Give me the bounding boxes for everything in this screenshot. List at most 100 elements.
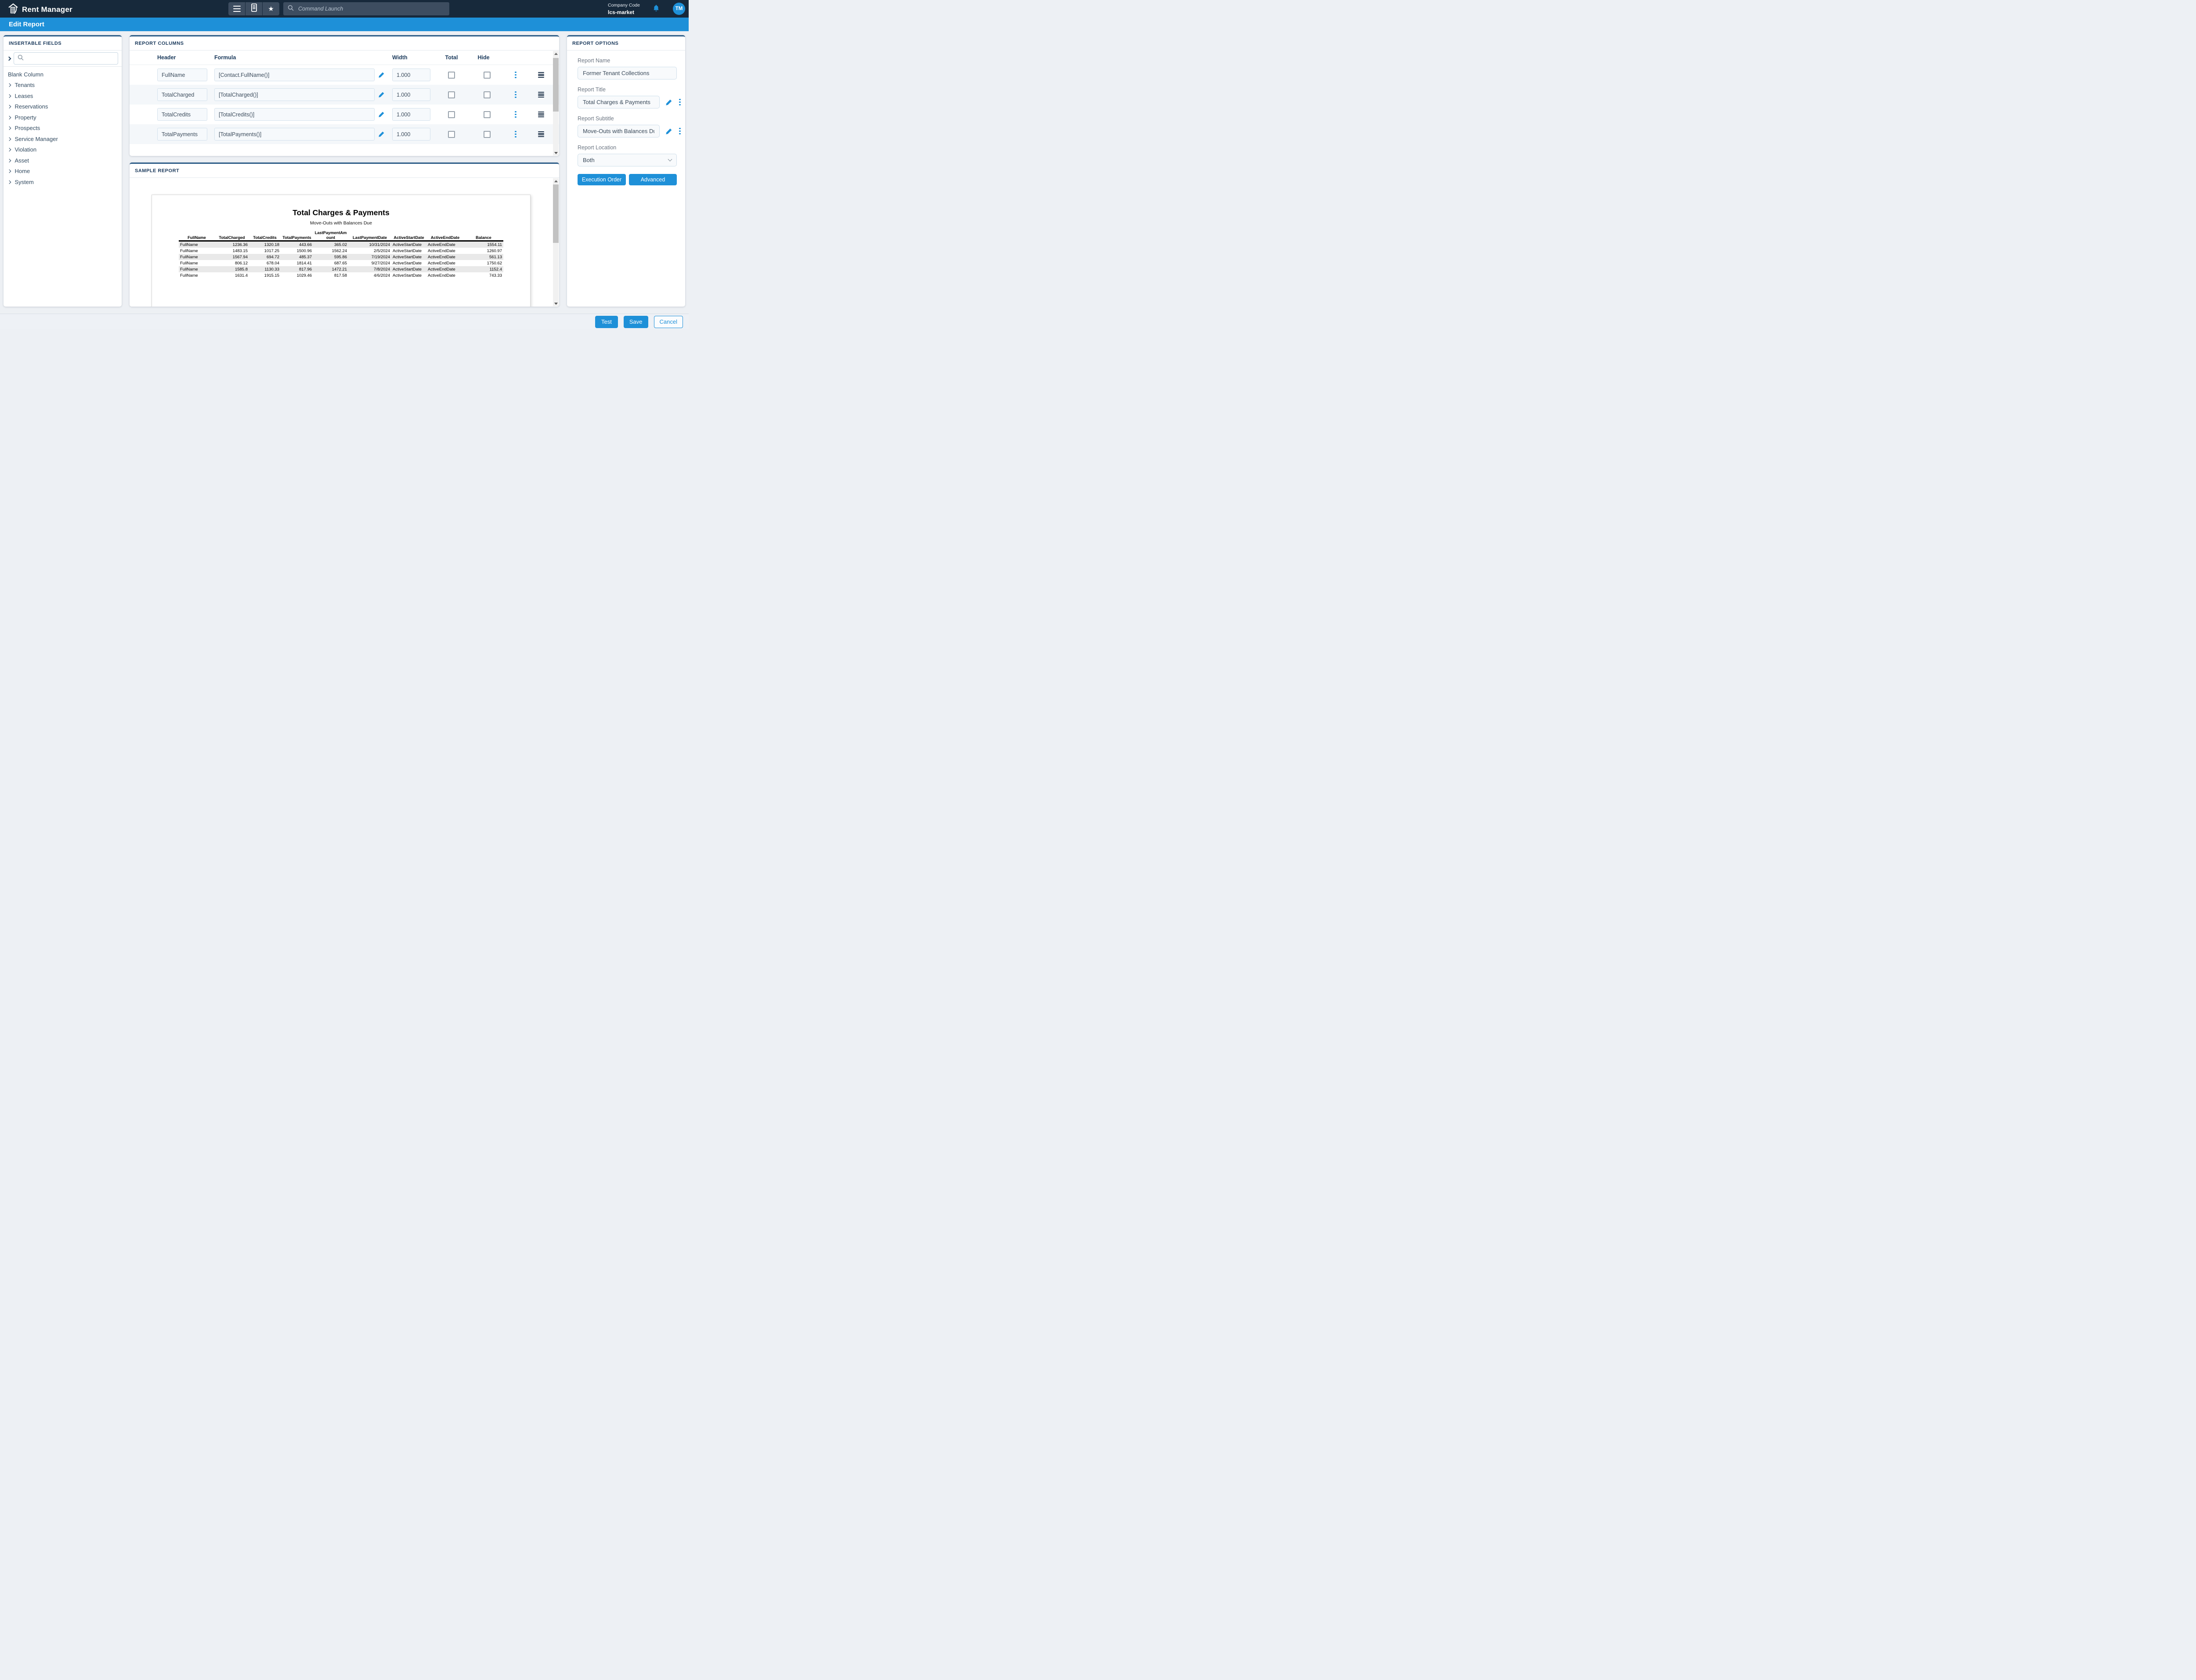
preview-cell: ActiveEndDate [426,241,464,248]
scroll-up-arrow-icon[interactable] [553,51,559,56]
total-checkbox[interactable] [448,111,455,118]
row-drag-handle-icon[interactable] [538,131,544,137]
tree-item-home[interactable]: Home [4,166,122,177]
footer-action-bar: Test Save Cancel [0,314,689,329]
scroll-up-arrow-icon[interactable] [553,178,559,184]
preview-th: ActiveEndDate [426,231,464,241]
hide-checkbox[interactable] [484,111,491,118]
command-launch-input[interactable] [297,5,445,12]
preview-cell: 743.33 [464,272,503,278]
total-checkbox[interactable] [448,72,455,79]
column-header-input[interactable] [157,88,207,101]
row-drag-handle-icon[interactable] [538,92,544,97]
column-formula-input[interactable] [214,108,375,121]
row-menu-kebab-icon[interactable] [514,110,517,119]
preview-th: FullName [179,231,215,241]
tree-item-asset[interactable]: Asset [4,155,122,166]
hide-checkbox[interactable] [484,72,491,79]
scroll-down-arrow-icon[interactable] [553,150,559,155]
scrollbar-thumb[interactable] [553,184,559,243]
report-column-row [130,124,559,144]
preview-cell: 1320.18 [249,241,281,248]
preview-cell: 365.02 [313,241,348,248]
preview-report-title: Total Charges & Payments [152,208,530,217]
report-location-value: Both [583,157,595,163]
row-drag-handle-icon[interactable] [538,72,544,77]
total-checkbox[interactable] [448,91,455,98]
preview-cell: 10/31/2024 [348,241,391,248]
favorites-button[interactable]: ★ [263,2,279,15]
column-width-input[interactable] [392,69,430,81]
rent-manager-logo[interactable]: Rent Manager [7,3,72,17]
subtitle-menu-kebab-icon[interactable] [678,127,682,136]
report-name-input[interactable] [578,67,677,79]
row-drag-handle-icon[interactable] [538,112,544,117]
row-menu-kebab-icon[interactable] [514,90,517,99]
preview-report-subtitle: Move-Outs with Balances Due [152,220,530,226]
column-header-input[interactable] [157,128,207,141]
column-formula-input[interactable] [214,69,375,81]
edit-formula-pencil-icon[interactable] [378,91,385,98]
preview-cell: 1500.96 [281,248,313,254]
column-width-input[interactable] [392,128,430,141]
edit-formula-pencil-icon[interactable] [378,131,385,137]
scrollbar-thumb[interactable] [553,58,559,112]
tree-item-prospects[interactable]: Prospects [4,123,122,134]
column-formula-input[interactable] [214,128,375,141]
fields-search-box[interactable] [14,52,118,65]
preview-cell: ActiveEndDate [426,248,464,254]
fields-search-input[interactable] [27,55,114,62]
notifications-button[interactable] [653,5,659,14]
hide-checkbox[interactable] [484,91,491,98]
reports-button[interactable] [246,2,262,15]
column-width-input[interactable] [392,108,430,121]
advanced-button[interactable]: Advanced [629,174,677,185]
report-column-row [130,105,559,124]
preview-th: TotalCharged [215,231,249,241]
tree-item-reservations[interactable]: Reservations [4,101,122,112]
edit-title-pencil-icon[interactable] [665,99,672,106]
report-columns-header-row: Header Formula Width Total Hide [130,51,559,65]
tree-item-system[interactable]: System [4,177,122,188]
preview-cell: 817.96 [281,266,313,272]
tree-item-blank-column[interactable]: Blank Column [4,69,122,80]
preview-cell: 1631.4 [215,272,249,278]
preview-cell: 1814.41 [281,260,313,266]
tree-item-tenants[interactable]: Tenants [4,80,122,91]
column-width-input[interactable] [392,88,430,101]
command-launch-search[interactable] [283,2,449,15]
collapse-panel-chevron-icon[interactable] [7,56,11,61]
save-button[interactable]: Save [624,316,648,328]
hide-checkbox[interactable] [484,131,491,138]
tree-item-property[interactable]: Property [4,112,122,123]
preview-cell: 1472.21 [313,266,348,272]
total-checkbox[interactable] [448,131,455,138]
user-avatar[interactable]: TM [673,3,685,15]
scroll-down-arrow-icon[interactable] [553,301,559,306]
edit-subtitle-pencil-icon[interactable] [665,128,672,135]
column-header-input[interactable] [157,108,207,121]
tree-item-service-manager[interactable]: Service Manager [4,134,122,145]
edit-formula-pencil-icon[interactable] [378,111,385,118]
row-menu-kebab-icon[interactable] [514,130,517,139]
report-subtitle-input[interactable] [578,125,660,137]
chevron-right-icon [7,137,11,141]
column-header-input[interactable] [157,69,207,81]
edit-formula-pencil-icon[interactable] [378,72,385,78]
title-menu-kebab-icon[interactable] [678,98,682,107]
sample-report-scrollbar[interactable] [553,178,559,306]
execution-order-button[interactable]: Execution Order [578,174,626,185]
cancel-button[interactable]: Cancel [654,316,683,328]
report-location-select[interactable]: Both [578,154,677,166]
tree-item-leases[interactable]: Leases [4,90,122,101]
report-title-input[interactable] [578,96,660,108]
preview-table-row: FullName 1567.94 694.72 485.37 595.86 7/… [179,254,503,260]
column-formula-input[interactable] [214,88,375,101]
report-columns-scrollbar[interactable] [553,51,559,155]
row-menu-kebab-icon[interactable] [514,71,517,79]
main-menu-button[interactable] [228,2,245,15]
tree-item-violation[interactable]: Violation [4,145,122,155]
test-button[interactable]: Test [595,316,618,328]
preview-cell: 9/27/2024 [348,260,391,266]
preview-table-header-row: FullName TotalCharged TotalCredits Total… [179,231,503,241]
